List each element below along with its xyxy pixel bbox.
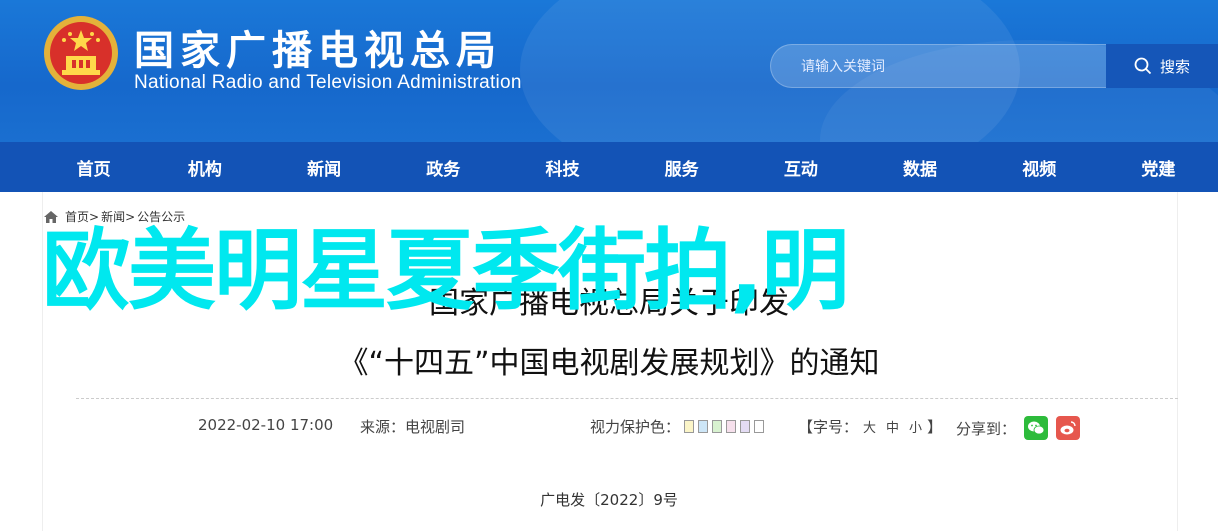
search-button-label: 搜索	[1159, 57, 1190, 76]
font-size-large[interactable]: 大	[863, 417, 876, 436]
main-nav: 首页 机构 新闻 政务 科技 服务 互动 数据 视频 党建	[0, 142, 1218, 192]
font-size-bracket: 】	[927, 418, 943, 436]
nav-item-government[interactable]: 政务	[384, 142, 503, 192]
search-box	[770, 44, 1106, 88]
color-swatch[interactable]	[754, 420, 765, 433]
overlay-title: 欧美明星夏季街拍,明	[42, 219, 849, 322]
wechat-icon[interactable]	[1024, 416, 1049, 440]
nav-item-news[interactable]: 新闻	[264, 142, 383, 192]
eye-protection-label: 视力保护色：	[590, 418, 681, 436]
article-title-line2: 《“十四五”中国电视剧发展规划》的通知	[338, 346, 880, 381]
site-header: 国家广播电视总局 National Radio and Television A…	[0, 0, 1218, 142]
nav-item-party[interactable]: 党建	[1099, 142, 1218, 192]
color-swatch[interactable]	[684, 420, 695, 433]
nav-item-organization[interactable]: 机构	[145, 142, 264, 192]
national-emblem-icon[interactable]	[42, 14, 120, 92]
nav-item-services[interactable]: 服务	[622, 142, 741, 192]
font-size-small[interactable]: 小	[909, 417, 922, 436]
color-swatch[interactable]	[698, 420, 709, 433]
color-swatch[interactable]	[740, 420, 751, 433]
weibo-icon[interactable]	[1056, 416, 1081, 440]
publish-date: 2022-02-10 17:00	[198, 416, 334, 434]
nav-item-video[interactable]: 视频	[980, 142, 1099, 192]
font-size-label: 【字号：	[798, 418, 859, 436]
eye-protection-colors: 视力保护色：	[590, 416, 765, 437]
color-swatch[interactable]	[726, 420, 737, 433]
nav-item-technology[interactable]: 科技	[503, 142, 622, 192]
nav-item-interaction[interactable]: 互动	[741, 142, 860, 192]
search-button[interactable]: 搜索	[1106, 44, 1218, 88]
nav-item-data[interactable]: 数据	[860, 142, 979, 192]
site-title-cn[interactable]: 国家广播电视总局	[134, 18, 502, 76]
share-label: 分享到：	[956, 419, 1017, 438]
document-number: 广电发〔2022〕9号	[540, 491, 678, 509]
article-source: 来源：电视剧司	[360, 418, 466, 436]
site-title-en[interactable]: National Radio and Television Administra…	[134, 72, 522, 94]
search-icon	[1134, 57, 1152, 75]
font-size-medium[interactable]: 中	[886, 417, 899, 436]
search-input[interactable]	[801, 45, 1091, 87]
color-swatch[interactable]	[712, 420, 723, 433]
share-controls: 分享到：	[956, 416, 1081, 440]
font-size-controls: 【字号： 大 中 小 】	[798, 416, 942, 437]
divider	[76, 398, 1178, 399]
nav-item-home[interactable]: 首页	[42, 142, 145, 192]
